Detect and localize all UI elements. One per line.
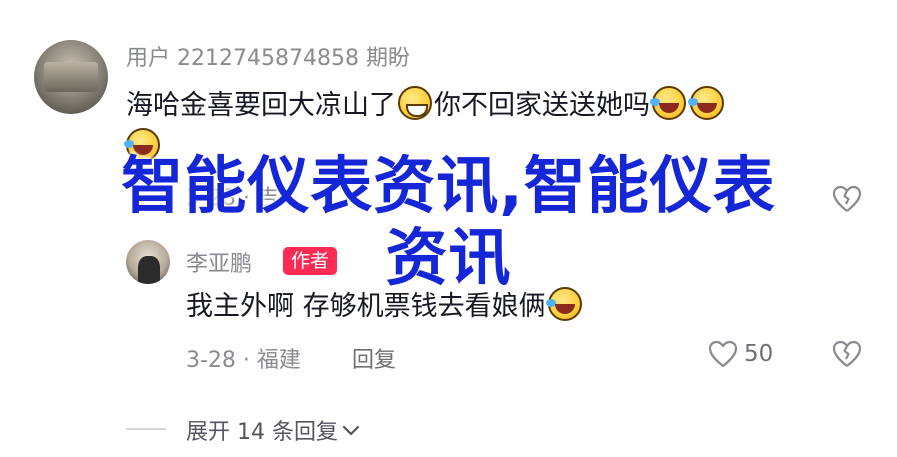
avatar-scene (44, 62, 98, 92)
overlay-line-1: 智能仪表资讯,智能仪表 (121, 149, 776, 222)
comment-text-part2: 你不回家送送她吗 (434, 90, 650, 121)
comment-text: 海哈金喜要回大凉山了 你不回家送送她吗 (126, 82, 846, 130)
dislike-button[interactable] (832, 340, 862, 372)
chevron-down-icon (342, 425, 360, 436)
comment-text-part1: 海哈金喜要回大凉山了 (126, 90, 396, 121)
like-button[interactable]: 50 (708, 340, 773, 368)
like-count: 50 (744, 341, 774, 367)
reply-text-content: 我主外啊 存够机票钱去看娘俩 (186, 291, 546, 322)
expand-replies-button[interactable]: 展开 14 条回复 (186, 414, 360, 446)
commenter-avatar[interactable] (34, 40, 108, 114)
expand-replies-label: 展开 14 条回复 (186, 420, 338, 445)
reply-meta: 3-28 · 福建 (186, 348, 301, 373)
heart-outline-icon (708, 340, 738, 368)
laugh-cry-emoji (650, 86, 686, 120)
commenter-username[interactable]: 用户 2212745874858 期盼 (126, 40, 410, 72)
broken-heart-icon (832, 340, 862, 367)
laugh-cry-emoji (688, 86, 724, 120)
watermark-overlay-text: 智能仪表资讯,智能仪表 资讯 (0, 150, 897, 294)
reply-button[interactable]: 回复 (352, 342, 396, 374)
overlay-line-2: 资讯 (385, 221, 512, 294)
grin-emoji (398, 86, 432, 120)
expand-divider (126, 428, 166, 430)
